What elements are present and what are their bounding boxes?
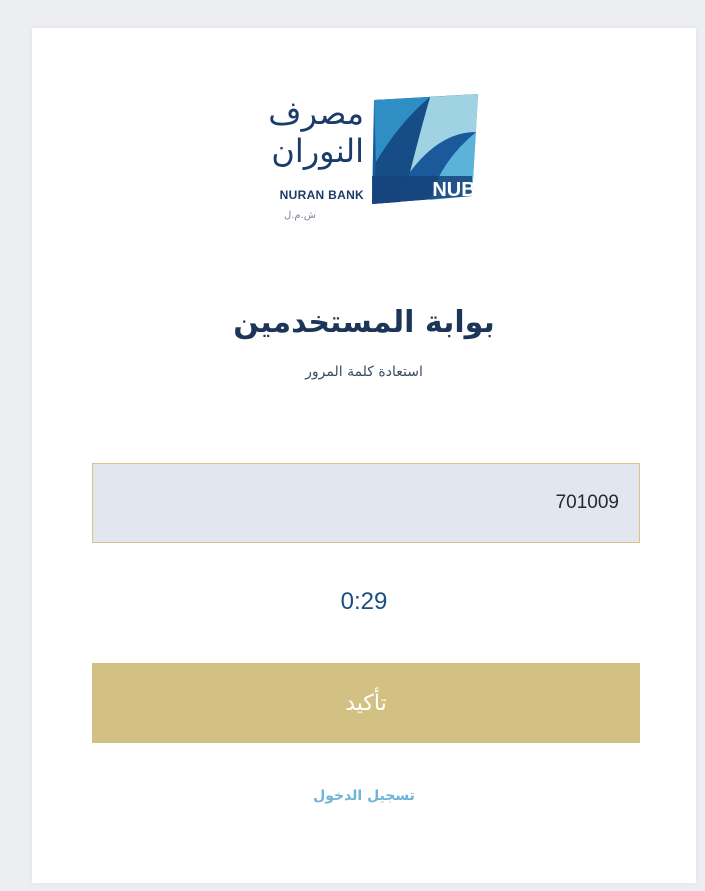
logo-arabic-line2: النوران [271,132,364,170]
confirm-button[interactable]: تأكيد [92,663,640,743]
countdown-timer: 0:29 [340,588,388,615]
logo-mark-text: NUB [432,179,475,201]
logo-arabic-line1: مصرف [268,94,364,132]
logo-text: مصرف النوران NURAN BANK ش.م.ل [244,90,366,240]
logo-subtext: ش.م.ل [283,210,316,221]
login-link[interactable]: تسجيل الدخول [32,788,696,804]
page-title: بوابة المستخدمين [233,305,495,340]
bank-logo: مصرف النوران NURAN BANK ش.م.ل NUB [244,90,480,240]
page-subtitle: استعادة كلمة المرور [305,364,423,380]
logo-mark-icon: NUB [372,94,478,204]
otp-input[interactable] [92,463,640,543]
logo-english-name: NURAN BANK [279,188,364,202]
page: مصرف النوران NURAN BANK ش.م.ل NUB بوابة … [0,0,705,891]
